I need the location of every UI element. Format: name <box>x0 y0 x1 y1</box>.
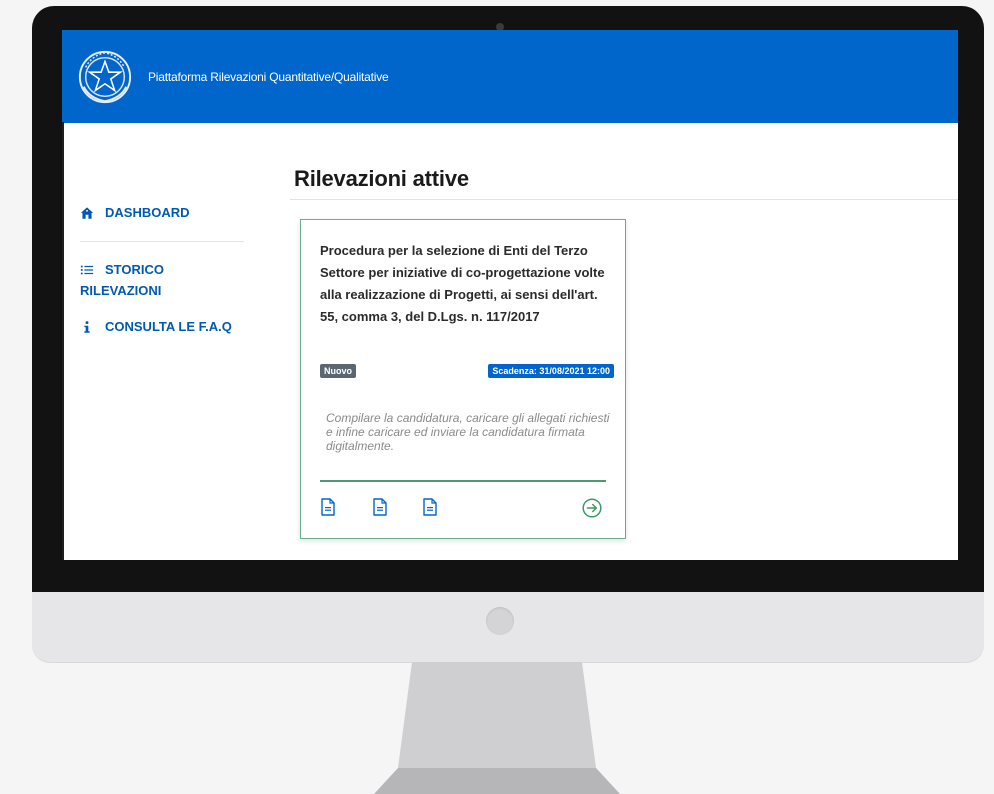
sidebar-item-faq[interactable]: CONSULTA LE F.A.Q <box>80 319 232 334</box>
page-title: Rilevazioni attive <box>294 166 469 191</box>
status-badge: Nuovo <box>320 364 356 378</box>
repubblica-emblem-icon <box>78 50 132 103</box>
sidebar-item-label-line2: RILEVAZIONI <box>80 283 162 298</box>
arrow-right-circle-icon[interactable] <box>582 498 602 518</box>
info-icon <box>84 321 90 333</box>
sidebar-item-label: CONSULTA LE F.A.Q <box>105 319 232 334</box>
card-title: Procedura per la selezione di Enti del T… <box>320 243 605 324</box>
app-header: Piattaforma Rilevazioni Quantitative/Qua… <box>62 30 958 123</box>
sidebar-item-dashboard[interactable]: DASHBOARD <box>80 205 190 220</box>
home-icon <box>80 207 94 219</box>
card-description: Compilare la candidatura, caricare gli a… <box>326 411 610 453</box>
sidebar-item-label: DASHBOARD <box>105 205 190 220</box>
sidebar: DASHBOARD STORICO RILEVAZIONI CONSULTA L… <box>62 123 262 560</box>
document-icon[interactable] <box>373 498 387 516</box>
title-divider <box>290 199 958 200</box>
power-button <box>486 607 514 635</box>
deadline-badge: Scadenza: 31/08/2021 12:00 <box>488 364 614 378</box>
sidebar-item-label-line1: STORICO <box>105 262 164 277</box>
card-divider <box>320 480 606 482</box>
document-icon[interactable] <box>321 498 335 516</box>
app-title: Piattaforma Rilevazioni Quantitative/Qua… <box>148 69 389 84</box>
sidebar-divider <box>80 241 244 242</box>
list-icon <box>80 265 94 275</box>
document-icon[interactable] <box>423 498 437 516</box>
sidebar-item-storico-rilevazioni[interactable]: STORICO RILEVAZIONI <box>80 259 210 301</box>
screen: Piattaforma Rilevazioni Quantitative/Qua… <box>62 30 958 560</box>
survey-card: Procedura per la selezione di Enti del T… <box>300 219 626 539</box>
